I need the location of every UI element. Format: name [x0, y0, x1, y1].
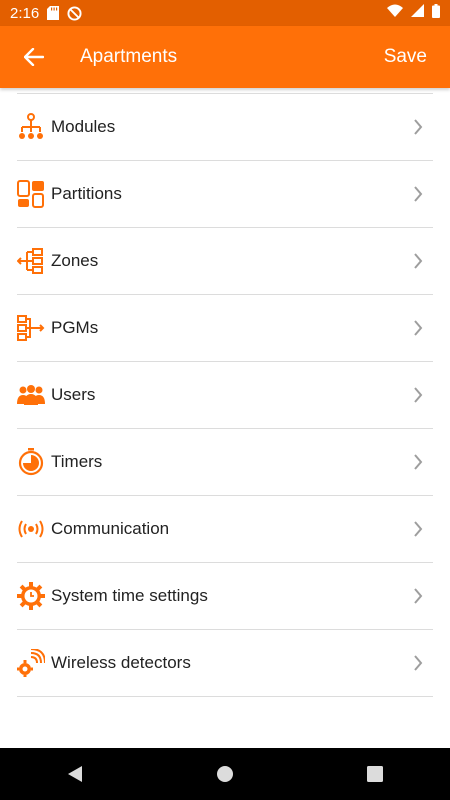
menu-item-label: Wireless detectors [51, 653, 191, 672]
battery-icon [432, 3, 440, 23]
wireless-detectors-icon [17, 649, 45, 677]
triangle-back-icon [68, 766, 82, 782]
menu-item-pgms[interactable]: PGMs [17, 295, 433, 362]
menu-item-label: Users [51, 385, 96, 404]
settings-list: Modules Partitions Zones PGMs Users Time… [0, 88, 450, 748]
page-title: Apartments [80, 46, 178, 67]
chevron-right-icon [413, 521, 423, 537]
nav-back-button[interactable] [45, 754, 105, 794]
menu-item-zones[interactable]: Zones [17, 228, 433, 295]
partitions-icon [17, 180, 45, 208]
communication-icon [17, 515, 45, 543]
arrow-back-icon [24, 48, 44, 66]
menu-item-modules[interactable]: Modules [17, 94, 433, 161]
users-icon [17, 381, 45, 409]
nav-recents-button[interactable] [345, 754, 405, 794]
circle-home-icon [217, 766, 233, 782]
app-bar: Apartments Save [0, 26, 450, 88]
nav-home-button[interactable] [195, 754, 255, 794]
pgms-icon [17, 314, 45, 342]
menu-item-label: Zones [51, 251, 99, 270]
status-bar: 2:16 [0, 0, 450, 26]
chevron-right-icon [413, 253, 423, 269]
chevron-right-icon [413, 119, 423, 135]
menu-item-wireless-detectors[interactable]: Wireless detectors [17, 630, 433, 697]
menu-item-system-time-settings[interactable]: System time settings [17, 563, 433, 630]
timer-icon [17, 448, 45, 476]
menu-item-label: Timers [51, 452, 103, 471]
chevron-right-icon [413, 588, 423, 604]
modules-icon [17, 113, 45, 141]
sd-card-icon [47, 6, 60, 20]
menu-item-timers[interactable]: Timers [17, 429, 433, 496]
chevron-right-icon [413, 320, 423, 336]
signal-icon [411, 4, 424, 22]
zones-icon [17, 247, 45, 275]
chevron-right-icon [413, 387, 423, 403]
menu-item-users[interactable]: Users [17, 362, 433, 429]
system-time-icon [17, 582, 45, 610]
data-saver-icon [67, 5, 82, 21]
square-recents-icon [367, 766, 383, 782]
menu-item-label: Modules [51, 117, 116, 136]
wifi-icon [387, 4, 403, 22]
menu-item-partitions[interactable]: Partitions [17, 161, 433, 228]
menu-item-label: PGMs [51, 318, 99, 337]
back-button[interactable] [19, 42, 49, 72]
chevron-right-icon [413, 186, 423, 202]
system-nav-bar [0, 748, 450, 800]
chevron-right-icon [413, 655, 423, 671]
menu-item-communication[interactable]: Communication [17, 496, 433, 563]
save-button[interactable]: Save [384, 46, 427, 68]
chevron-right-icon [413, 454, 423, 470]
menu-item-label: Partitions [51, 184, 122, 203]
menu-item-label: System time settings [51, 586, 208, 605]
menu-item-label: Communication [51, 519, 170, 538]
status-time: 2:16 [10, 4, 40, 22]
